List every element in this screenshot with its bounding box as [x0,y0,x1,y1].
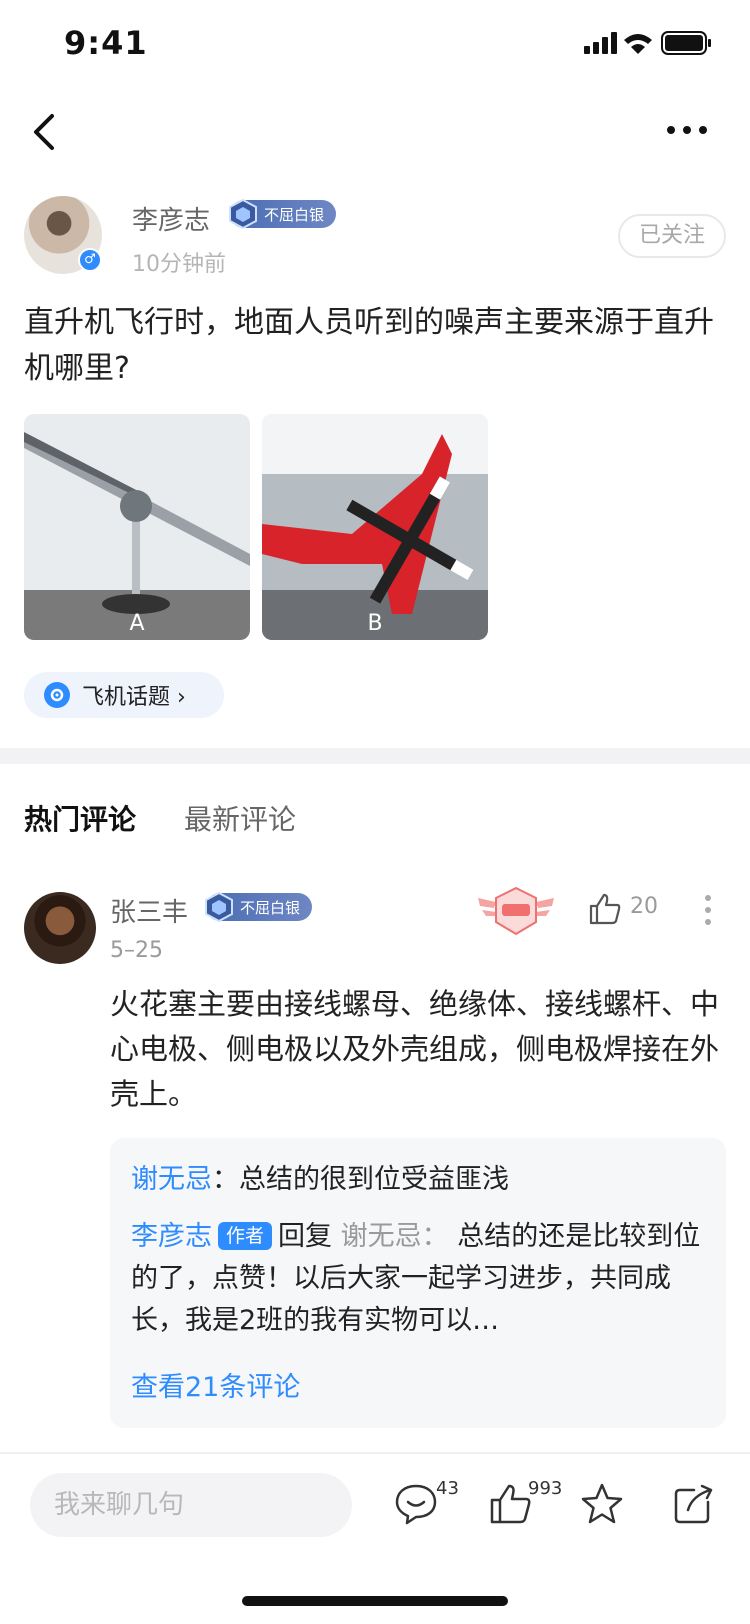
rank-badge-label: 不屈白银 [264,205,325,224]
image-label-a: A [129,611,145,636]
commenter-avatar[interactable] [24,892,96,964]
reply-2-author[interactable]: 李彦志 [131,1221,212,1252]
section-divider [0,748,750,764]
view-all-replies-link[interactable]: 查看21条评论 [131,1365,300,1404]
topic-icon [44,682,70,708]
god-review-stamp-icon [478,886,554,936]
comment-more-icon[interactable] [704,894,712,926]
reply-1-text: 总结的很到位受益匪浅 [239,1164,509,1195]
status-icons [584,31,711,55]
comment-bubble-icon[interactable] [394,1482,438,1526]
reply-1-author[interactable]: 谢无忌 [131,1164,212,1195]
comment-text: 火花塞主要由接线螺母、绝缘体、接线螺杆、中心电极、侧电极以及外壳组成，侧电极焊接… [110,987,720,1111]
image-label-b: B [367,611,383,636]
rotor-hub-image [24,414,250,640]
tab-hot-comments[interactable]: 热门评论 [24,798,136,838]
topic-chip[interactable]: 飞机话题 › [24,672,224,718]
reply-2-target[interactable]: 谢无忌： [341,1221,449,1252]
like-icon[interactable] [488,1482,532,1526]
bottom-bar-divider [0,1452,750,1454]
like-count: 993 [528,1478,563,1499]
commenter-badge-label: 不屈白银 [240,898,301,917]
reply-2-verb: 回复 [278,1221,333,1252]
topic-label: 飞机话题 › [82,685,186,710]
reply-1[interactable]: 谢无忌：总结的很到位受益匪浅 [131,1160,711,1200]
like-thumb-icon[interactable] [588,892,622,926]
status-time: 9:41 [64,24,148,62]
comment-like-count: 20 [630,894,658,919]
reply-1-separator: ： [212,1164,239,1195]
rank-badge: 不屈白银 [229,199,337,229]
follow-button[interactable]: 已关注 [618,214,726,258]
tab-latest-comments[interactable]: 最新评论 [184,798,296,838]
commenter-rank-badge: 不屈白银 [205,892,313,922]
comment-count: 43 [436,1478,459,1499]
author-name[interactable]: 李彦志 [132,200,210,237]
rank-gem-icon [229,199,257,229]
male-gender-icon: ♂ [78,248,102,272]
comment-date: 5–25 [110,938,163,963]
post-image-a[interactable]: A [24,414,250,640]
more-options-icon[interactable] [665,124,709,136]
post-question: 直升机飞行时，地面人员听到的噪声主要来源于直升机哪里? [24,305,714,386]
author-tag: 作者 [218,1222,273,1250]
back-arrow-icon[interactable] [28,108,68,156]
comment-input[interactable]: 我来聊几句 [30,1473,352,1537]
reply-2[interactable]: 李彦志 作者 回复 谢无忌： 总结的还是比较到位的了，点赞！以后大家一起学习进步，共… [131,1216,701,1342]
home-indicator [242,1596,508,1606]
tail-rotor-image [262,414,488,640]
rank-gem-icon [205,892,233,922]
post-time: 10分钟前 [132,252,226,277]
share-icon[interactable] [672,1482,716,1526]
commenter-name[interactable]: 张三丰 [110,892,188,929]
post-image-b[interactable]: B [262,414,488,640]
favorite-star-icon[interactable] [580,1482,624,1526]
